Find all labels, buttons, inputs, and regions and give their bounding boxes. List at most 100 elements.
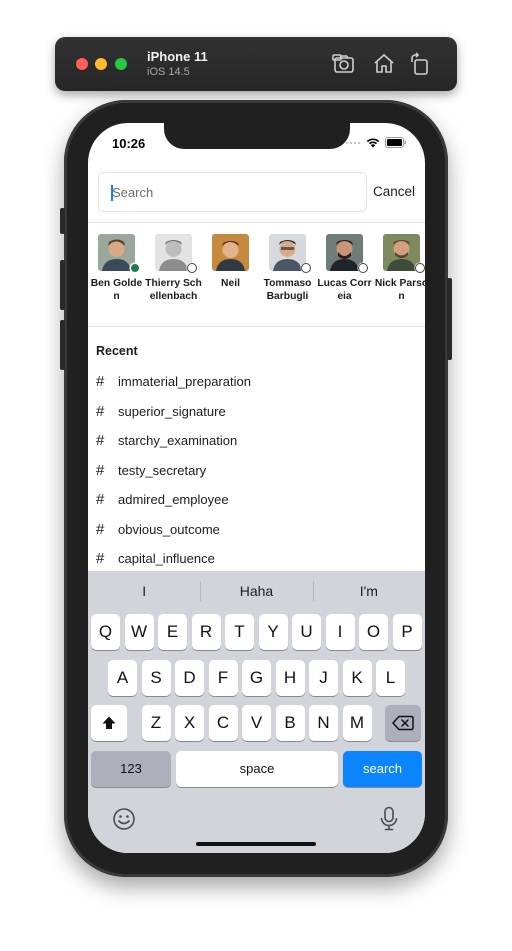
home-icon[interactable] — [372, 52, 396, 76]
people-divider — [88, 326, 425, 327]
zoom-window-button[interactable] — [115, 58, 127, 70]
key-a[interactable]: A — [108, 660, 137, 696]
key-z[interactable]: Z — [141, 705, 171, 741]
status-icons — [345, 137, 407, 148]
device-name: iPhone 11 — [147, 49, 208, 64]
volume-up-button — [60, 260, 65, 310]
key-l[interactable]: L — [376, 660, 405, 696]
space-key[interactable]: space — [176, 751, 338, 787]
key-v[interactable]: V — [242, 705, 271, 741]
person-item[interactable]: Ben Golden — [88, 234, 145, 303]
keyboard: I Haha I'm Q W E R T Y U I O P A S D F G… — [88, 571, 425, 853]
cancel-button[interactable]: Cancel — [373, 184, 415, 199]
key-w[interactable]: W — [124, 614, 154, 650]
key-b[interactable]: B — [275, 705, 305, 741]
recent-heading: Recent — [96, 344, 138, 358]
channel-item[interactable]: # starchy_examination — [96, 426, 416, 456]
hash-icon: # — [96, 373, 105, 391]
suggestion-item[interactable]: I — [88, 571, 200, 611]
channel-name: superior_signature — [118, 403, 226, 419]
hash-icon: # — [96, 520, 105, 538]
os-version: iOS 14.5 — [147, 66, 190, 78]
search-divider — [88, 222, 425, 223]
search-input[interactable] — [99, 173, 366, 211]
hash-icon: # — [96, 491, 105, 509]
channel-item[interactable]: # admired_employee — [96, 485, 416, 515]
away-status-indicator — [187, 263, 197, 273]
battery-icon — [385, 137, 406, 148]
screenshot-icon[interactable] — [332, 52, 356, 76]
rotate-icon[interactable] — [408, 52, 432, 76]
suggestion-item[interactable]: Haha — [200, 571, 312, 611]
key-o[interactable]: O — [359, 614, 388, 650]
channel-item[interactable]: # testy_secretary — [96, 456, 416, 486]
close-window-button[interactable] — [76, 58, 88, 70]
key-m[interactable]: M — [342, 705, 372, 741]
wifi-icon — [366, 138, 380, 148]
key-k[interactable]: K — [342, 660, 372, 696]
key-p[interactable]: P — [392, 614, 422, 650]
key-j[interactable]: J — [309, 660, 338, 696]
shift-icon — [102, 716, 116, 729]
channel-name: starchy_examination — [118, 433, 238, 449]
home-indicator[interactable] — [196, 842, 316, 846]
suggestion-item[interactable]: I'm — [312, 571, 425, 611]
volume-down-button — [60, 320, 65, 370]
key-c[interactable]: C — [208, 705, 238, 741]
shift-key[interactable] — [91, 705, 127, 741]
avatar — [212, 234, 249, 271]
simulator-titlebar: iPhone 11 iOS 14.5 — [55, 37, 457, 91]
backspace-icon — [392, 715, 414, 731]
signal-icon — [346, 141, 360, 144]
person-item[interactable]: Neil — [202, 234, 259, 290]
predictive-bar: I Haha I'm — [88, 571, 425, 611]
key-g[interactable]: G — [242, 660, 271, 696]
channel-item[interactable]: # superior_signature — [96, 397, 416, 427]
person-name: Thierry Schellenbach — [145, 278, 202, 302]
channel-item[interactable]: # capital_influence — [96, 544, 416, 574]
channel-item[interactable]: # immaterial_preparation — [96, 367, 416, 397]
away-status-indicator — [415, 263, 425, 273]
key-u[interactable]: U — [292, 614, 321, 650]
key-r[interactable]: R — [191, 614, 221, 650]
online-status-indicator — [130, 263, 140, 273]
hash-icon: # — [96, 550, 105, 568]
person-item[interactable]: Tommaso Barbugli — [259, 234, 316, 303]
key-x[interactable]: X — [175, 705, 204, 741]
recent-channel-list: # immaterial_preparation # superior_sign… — [96, 367, 416, 574]
key-d[interactable]: D — [175, 660, 204, 696]
microphone-icon[interactable] — [379, 806, 399, 837]
person-name: Lucas Correia — [317, 278, 372, 302]
key-n[interactable]: N — [309, 705, 338, 741]
person-item[interactable]: Lucas Correia — [316, 234, 373, 303]
delete-key[interactable] — [385, 705, 421, 741]
away-status-indicator — [301, 263, 311, 273]
key-q[interactable]: Q — [91, 614, 120, 650]
channel-item[interactable]: # obvious_outcome — [96, 515, 416, 545]
channel-name: capital_influence — [118, 551, 215, 567]
key-h[interactable]: H — [275, 660, 305, 696]
key-e[interactable]: E — [158, 614, 187, 650]
channel-name: admired_employee — [118, 492, 229, 508]
phone-screen: 10:26 Cancel Ben Gol — [88, 123, 425, 853]
key-f[interactable]: F — [208, 660, 238, 696]
key-y[interactable]: Y — [258, 614, 288, 650]
away-status-indicator — [358, 263, 368, 273]
key-s[interactable]: S — [141, 660, 171, 696]
people-row: Ben Golden Thierry Schellenbach Neil Tom… — [88, 234, 425, 324]
numbers-key[interactable]: 123 — [91, 751, 171, 787]
hash-icon: # — [96, 461, 105, 479]
person-item[interactable]: Thierry Schellenbach — [145, 234, 202, 303]
emoji-icon[interactable] — [112, 807, 136, 836]
channel-name: testy_secretary — [118, 462, 207, 478]
search-key[interactable]: search — [343, 751, 422, 787]
key-i[interactable]: I — [325, 614, 355, 650]
power-button — [447, 278, 452, 360]
person-name: Nick Parson — [374, 278, 425, 302]
person-name: Neil — [221, 278, 240, 289]
search-box[interactable] — [98, 172, 367, 212]
minimize-window-button[interactable] — [95, 58, 107, 70]
key-t[interactable]: T — [225, 614, 254, 650]
person-item[interactable]: Nick Parson — [373, 234, 425, 303]
status-time: 10:26 — [112, 136, 146, 151]
